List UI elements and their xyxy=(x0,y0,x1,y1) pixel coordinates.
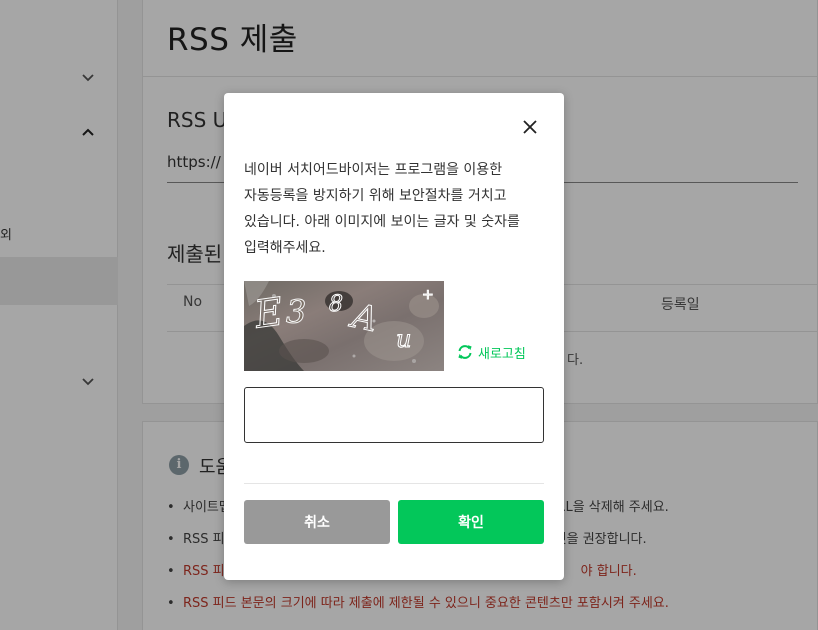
divider xyxy=(244,483,544,484)
dialog-message: 네이버 서치어드바이저는 프로그램을 이용한 자동등록을 방지하기 위해 보안절… xyxy=(244,162,520,256)
captcha-image: E 3 8 A u + xyxy=(244,281,444,371)
refresh-button[interactable]: 새로고침 xyxy=(456,341,526,363)
svg-text:u: u xyxy=(396,325,411,353)
refresh-icon xyxy=(458,345,472,359)
close-icon[interactable] xyxy=(520,117,540,137)
captcha-dialog: 네이버 서치어드바이저는 프로그램을 이용한 자동등록을 방지하기 위해 보안절… xyxy=(224,93,564,580)
captcha-input[interactable] xyxy=(244,387,544,443)
svg-text:+: + xyxy=(422,287,434,303)
refresh-label: 새로고침 xyxy=(478,346,526,362)
svg-text:8: 8 xyxy=(329,292,343,317)
confirm-button[interactable]: 확인 xyxy=(398,500,544,544)
cancel-button[interactable]: 취소 xyxy=(244,500,390,544)
svg-text:3: 3 xyxy=(286,293,306,331)
